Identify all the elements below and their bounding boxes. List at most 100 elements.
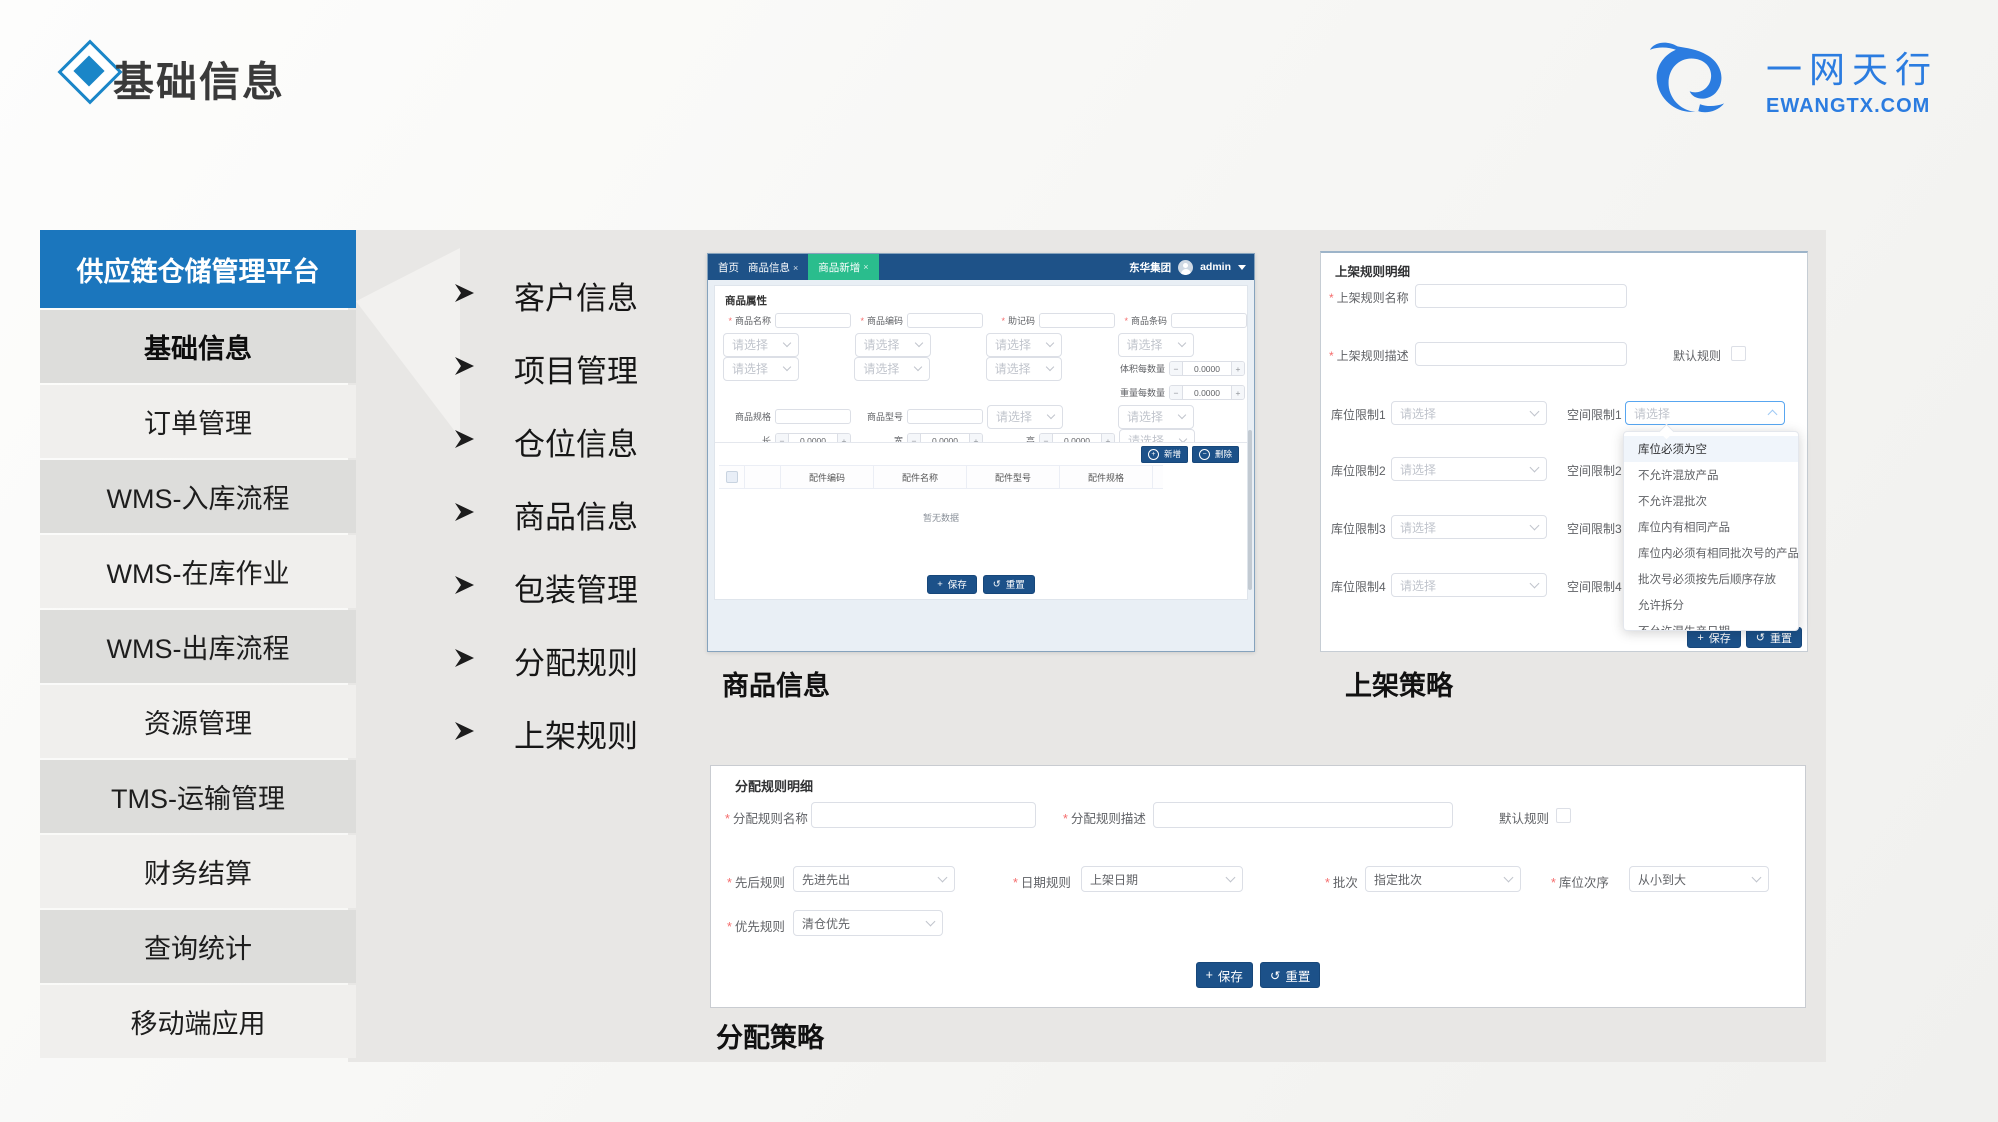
sidebar-item-basic-info[interactable]: 基础信息 [40,310,356,383]
form-row: 长−0.0000+ 宽−0.0000+ 高−0.0000+ 长宽高单位请选择 [719,432,1245,443]
minus-circle-icon: − [1199,449,1210,460]
batch-select[interactable]: 指定批次 [1365,866,1521,892]
space-limit-1-select[interactable]: 请选择 [1625,401,1785,425]
bullet-label: 上架规则 [514,711,638,756]
weight-per-qty-stepper[interactable]: −0.0000+ [1169,385,1245,400]
list-item: 上架规则 [452,697,638,770]
dropdown-option[interactable]: 库位内有相同产品 [1624,514,1798,540]
reset-button[interactable]: ↺重置 [983,575,1035,594]
dropdown-option[interactable]: 库位必须为空 [1624,436,1798,462]
sidebar-item-finance[interactable]: 财务结算 [40,835,356,908]
dropdown-option[interactable]: 不允许混批次 [1624,488,1798,514]
form-row: 包装名称请选择 数量单位请选择 体积单位请选择 重量单位请选择 [719,336,1245,353]
date-rule-select[interactable]: 上架日期 [1081,866,1243,892]
sidebar-item-wms-inbound[interactable]: WMS-入库流程 [40,460,356,533]
save-button[interactable]: +保存 [1196,962,1253,988]
shelving-rule-select[interactable]: 请选择 [986,357,1062,381]
plus-icon: + [837,434,850,443]
caption-shelving-strategy: 上架策略 [1345,664,1453,703]
chevron-down-icon [1530,521,1540,531]
model-input[interactable] [907,409,983,424]
chevron-down-icon [1178,411,1186,419]
allocation-rule-name-input[interactable] [811,802,1036,828]
nav-home-tab[interactable]: 首页 [718,260,739,275]
chevron-down-icon [1504,873,1514,883]
piece-type-select[interactable]: 请选择 [1118,405,1194,429]
allocation-rule-desc-input[interactable] [1153,802,1453,828]
close-icon: × [793,263,798,273]
sidebar-item-resource-mgmt[interactable]: 资源管理 [40,685,356,758]
barcode-input[interactable] [1171,313,1247,328]
shelving-rule-name-input[interactable] [1415,284,1627,308]
sidebar-item-wms-outbound[interactable]: WMS-出库流程 [40,610,356,683]
dropdown-option[interactable]: 批次号必须按先后顺序存放 [1624,566,1798,592]
select-all-checkbox[interactable] [726,471,738,483]
product-name-input[interactable] [775,313,851,328]
location-order-select[interactable]: 从小到大 [1629,866,1769,892]
reset-button[interactable]: ↺重置 [1260,962,1321,988]
allocation-rule-select[interactable]: 请选择 [854,357,930,381]
section-title: 上架规则明细 [1335,261,1410,280]
reset-icon: ↺ [993,579,1001,590]
add-part-button[interactable]: +新增 [1141,446,1188,463]
remove-part-button[interactable]: −删除 [1192,446,1239,463]
height-stepper[interactable]: −0.0000+ [1039,433,1115,443]
nav-product-info-tab[interactable]: 商品信息× [748,260,798,275]
loc-limit-3-select[interactable]: 请选择 [1391,515,1547,539]
volume-per-qty-stepper[interactable]: −0.0000+ [1169,361,1245,376]
form-footer: +保存 ↺重置 [711,962,1805,988]
qty-unit-select[interactable]: 请选择 [855,333,931,357]
arrow-bullet-icon [452,281,476,310]
parts-table: 配件编码 配件名称 配件型号 配件规格 暂无数据 [719,465,1163,567]
volume-unit-select[interactable]: 请选择 [986,333,1062,357]
sidebar-item-platform[interactable]: 供应链仓储管理平台 [40,230,356,308]
package-name-select[interactable]: 请选择 [723,333,799,357]
loc-limit-2-select[interactable]: 请选择 [1391,457,1547,481]
sidebar-item-query-stats[interactable]: 查询统计 [40,910,356,983]
sidebar: 供应链仓储管理平台 基础信息 订单管理 WMS-入库流程 WMS-在库作业 WM… [40,230,356,1060]
dim-unit-select[interactable]: 请选择 [1119,429,1195,444]
mnemonic-code-input[interactable] [1039,313,1115,328]
sidebar-item-tms[interactable]: TMS-运输管理 [40,760,356,833]
plus-icon: + [1231,386,1244,399]
dropdown-option[interactable]: 不允许混生产日期 [1624,618,1798,631]
plus-icon: + [969,434,982,443]
nav-product-add-tab[interactable]: 商品新增× [808,254,878,280]
list-item: 分配规则 [452,624,638,697]
sidebar-item-order-mgmt[interactable]: 订单管理 [40,385,356,458]
parts-table-header: 配件编码 配件名称 配件型号 配件规格 [719,466,1163,489]
priority-rule-select[interactable]: 清仓优先 [793,910,943,936]
caption-allocation-strategy: 分配策略 [716,1016,824,1055]
default-rule-checkbox[interactable] [1556,808,1571,823]
weight-unit-select[interactable]: 请选择 [1118,333,1194,357]
product-code-input[interactable] [907,313,983,328]
spec-input[interactable] [775,409,851,424]
length-stepper[interactable]: −0.0000+ [775,433,851,443]
fifo-rule-select[interactable]: 先进先出 [793,866,955,892]
dropdown-option[interactable]: 允许拆分 [1624,592,1798,618]
product-type-select[interactable]: 请选择 [987,405,1063,429]
brand-logo: 一网天行 EWANGTX.COM [1648,36,1938,123]
sidebar-item-wms-instock[interactable]: WMS-在库作业 [40,535,356,608]
chevron-down-icon [1177,339,1185,347]
save-button[interactable]: +保存 [927,575,977,594]
loc-limit-1-select[interactable]: 请选择 [1391,401,1547,425]
project-name-select[interactable]: 请选择 [723,357,799,381]
dropdown-option[interactable]: 不允许混放产品 [1624,462,1798,488]
loc-limit-4-select[interactable]: 请选择 [1391,573,1547,597]
chevron-down-icon[interactable] [1238,265,1246,270]
username[interactable]: admin [1200,261,1231,273]
app-navbar: 首页 商品信息× 商品新增× 东华集团 admin [708,254,1254,280]
dropdown-option[interactable]: 库位内必须有相同批次号的产品 [1624,540,1798,566]
user-avatar[interactable] [1178,260,1193,275]
arrow-bullet-icon [452,719,476,748]
bullet-label: 包装管理 [514,565,638,610]
width-stepper[interactable]: −0.0000+ [907,433,983,443]
chevron-down-icon [1530,579,1540,589]
scrollbar[interactable] [1248,430,1252,590]
form-footer: +保存 ↺重置 [715,567,1247,601]
sidebar-item-mobile-app[interactable]: 移动端应用 [40,985,356,1058]
default-rule-checkbox[interactable] [1731,346,1746,361]
list-item: 包装管理 [452,551,638,624]
shelving-rule-desc-input[interactable] [1415,342,1627,366]
